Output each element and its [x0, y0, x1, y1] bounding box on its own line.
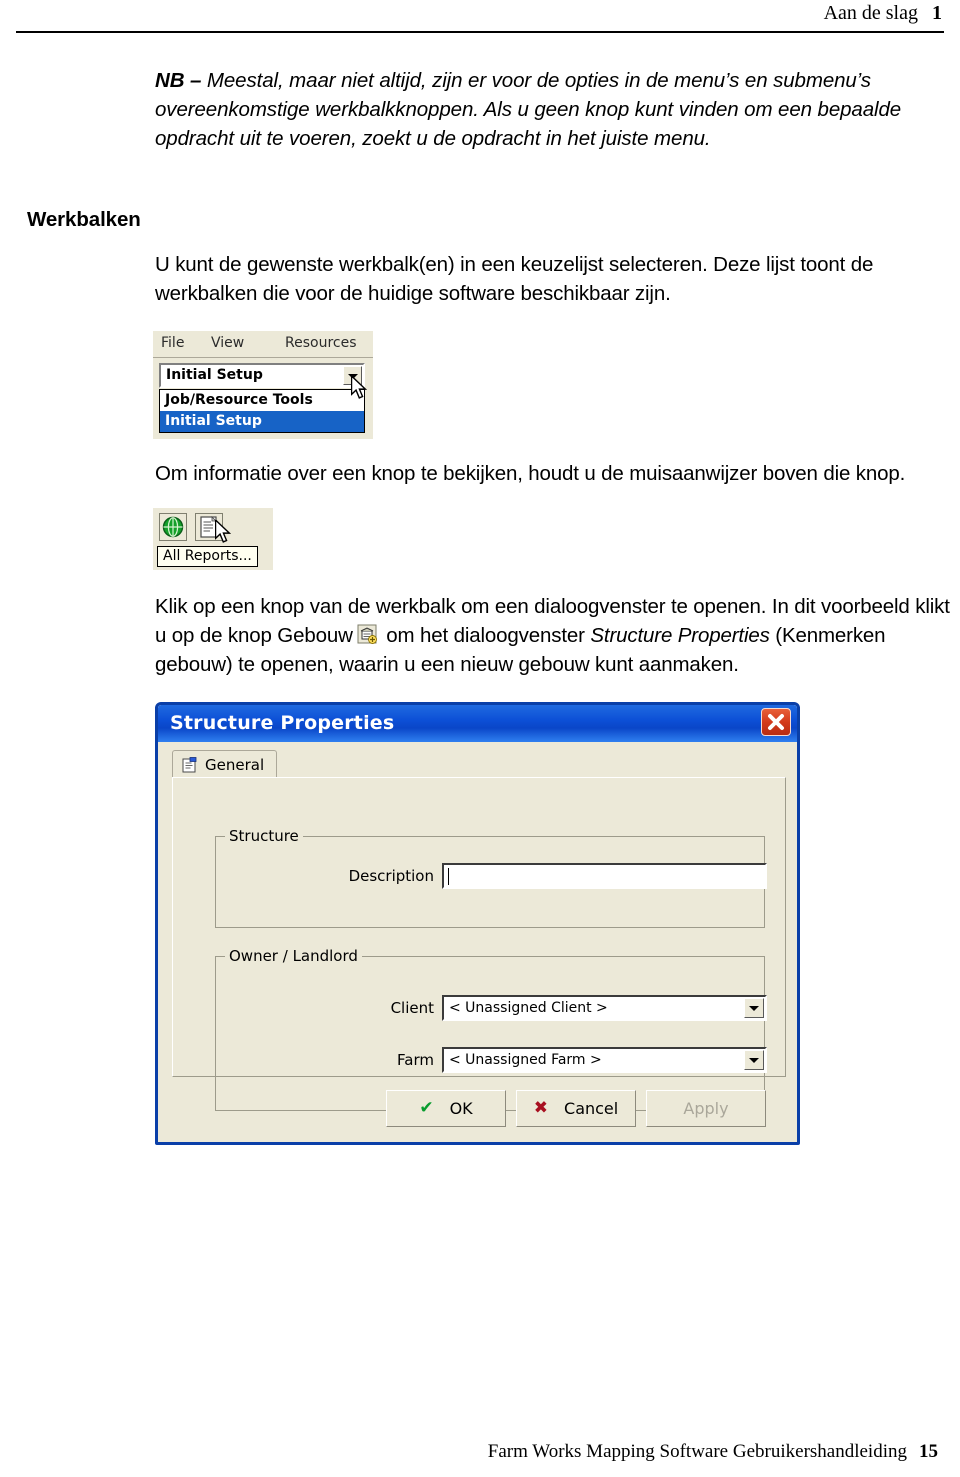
note-paragraph: NB – Meestal, maar niet altijd, zijn er … — [155, 66, 955, 153]
section-heading-werkbalken: Werkbalken — [27, 208, 141, 231]
paragraph-toolbars: U kunt de gewenste werkbalk(en) in een k… — [155, 253, 874, 305]
tooltip-all-reports: All Reports... — [157, 546, 258, 567]
mouse-pointer-icon — [215, 520, 232, 543]
structure-building-icon — [357, 624, 377, 644]
close-x-glyph — [768, 714, 784, 730]
tab-general[interactable]: General — [172, 750, 278, 778]
page-footer: Farm Works Mapping Software Gebruikersha… — [0, 1441, 960, 1463]
note-text: Meestal, maar niet altijd, zijn er voor … — [155, 69, 902, 150]
group-structure: Structure Description — [215, 827, 767, 928]
apply-button-label: Apply — [683, 1099, 729, 1118]
page-header: Aan de slag 1 — [0, 0, 960, 34]
toolbar-button-globe[interactable] — [159, 513, 187, 541]
toolbar-dropdown-list[interactable]: Job/Resource Tools Initial Setup — [159, 389, 365, 433]
paragraph-dialog-text-2: om het dialoogvenster — [380, 624, 591, 647]
menu-item-resources[interactable]: Resources — [285, 335, 357, 351]
footer-document-title: Farm Works Mapping Software Gebruikersha… — [487, 1441, 907, 1462]
note-prefix: NB – — [155, 69, 202, 92]
client-combobox-value: < Unassigned Client > — [449, 1000, 608, 1016]
header-chapter-title: Aan de slag — [823, 2, 918, 24]
chevron-down-icon — [749, 1058, 759, 1063]
ok-button-label: OK — [449, 1099, 473, 1118]
footer-page-number: 15 — [919, 1441, 938, 1462]
description-label: Description — [348, 867, 434, 885]
dialog-title: Structure Properties — [170, 712, 395, 734]
close-icon[interactable] — [761, 708, 791, 736]
dialog-body: General Structure Description Owner / La… — [158, 742, 797, 1142]
menu-item-file[interactable]: File — [161, 335, 184, 351]
menu-item-view[interactable]: View — [211, 335, 244, 351]
farm-combobox-arrow-button[interactable] — [744, 1050, 764, 1070]
paragraph-dialog-dialog-name: Structure Properties — [590, 624, 770, 647]
field-row-farm: Farm < Unassigned Farm > — [316, 1047, 767, 1073]
client-combobox[interactable]: < Unassigned Client > — [442, 995, 767, 1021]
chevron-down-icon — [749, 1006, 759, 1011]
tab-general-label: General — [205, 755, 265, 774]
group-owner-landlord-title: Owner / Landlord — [225, 947, 362, 965]
header-page-number: 1 — [932, 2, 942, 24]
dropdown-option-initial-setup[interactable]: Initial Setup — [160, 411, 364, 432]
properties-clipboard-icon — [182, 756, 197, 772]
checkmark-icon: ✔ — [419, 1098, 434, 1118]
description-input[interactable] — [442, 863, 767, 889]
client-label: Client — [390, 999, 434, 1017]
farm-combobox[interactable]: < Unassigned Farm > — [442, 1047, 767, 1073]
app-menubar: File View Resources — [153, 331, 373, 358]
farm-combobox-value: < Unassigned Farm > — [449, 1052, 602, 1068]
ok-button[interactable]: ✔ OK — [386, 1090, 506, 1127]
dialog-titlebar[interactable]: Structure Properties — [158, 705, 797, 742]
client-combobox-arrow-button[interactable] — [744, 998, 764, 1018]
dialog-tabstrip: General — [172, 750, 786, 778]
field-row-description: Description — [316, 863, 767, 889]
group-owner-landlord: Owner / Landlord Client < Unassigned Cli… — [215, 947, 767, 1111]
dialog-tab-panel-general: Structure Description Owner / Landlord C… — [172, 777, 786, 1111]
figure-toolbar-selector: File View Resources Initial Setup Job/Re… — [153, 331, 373, 439]
farm-label: Farm — [397, 1051, 434, 1069]
toolbar-combobox[interactable]: Initial Setup — [159, 363, 365, 388]
group-structure-title: Structure — [225, 827, 303, 845]
cancel-button[interactable]: ✖ Cancel — [516, 1090, 636, 1127]
paragraph-tooltip: Om informatie over een knop te bekijken,… — [155, 462, 906, 485]
field-row-client: Client < Unassigned Client > — [316, 995, 767, 1021]
mouse-pointer-icon — [351, 376, 368, 399]
structure-properties-dialog: Structure Properties General Structure D… — [155, 702, 800, 1145]
apply-button: Apply — [646, 1090, 766, 1127]
dialog-button-bar: ✔ OK ✖ Cancel Apply — [172, 1090, 786, 1130]
globe-icon — [162, 516, 184, 538]
dropdown-option-job-resource-tools[interactable]: Job/Resource Tools — [160, 390, 364, 411]
figure-toolbar-tooltip: All Reports... — [153, 508, 273, 570]
text-caret — [448, 868, 449, 885]
toolbar-combobox-value: Initial Setup — [166, 367, 263, 383]
header-divider-rule — [16, 31, 944, 33]
header-title-group: Aan de slag 1 — [824, 2, 942, 25]
cancel-button-label: Cancel — [564, 1099, 619, 1118]
cross-icon: ✖ — [533, 1098, 549, 1118]
paragraph-dialog: Klik op een knop van de werkbalk om een … — [155, 592, 955, 679]
